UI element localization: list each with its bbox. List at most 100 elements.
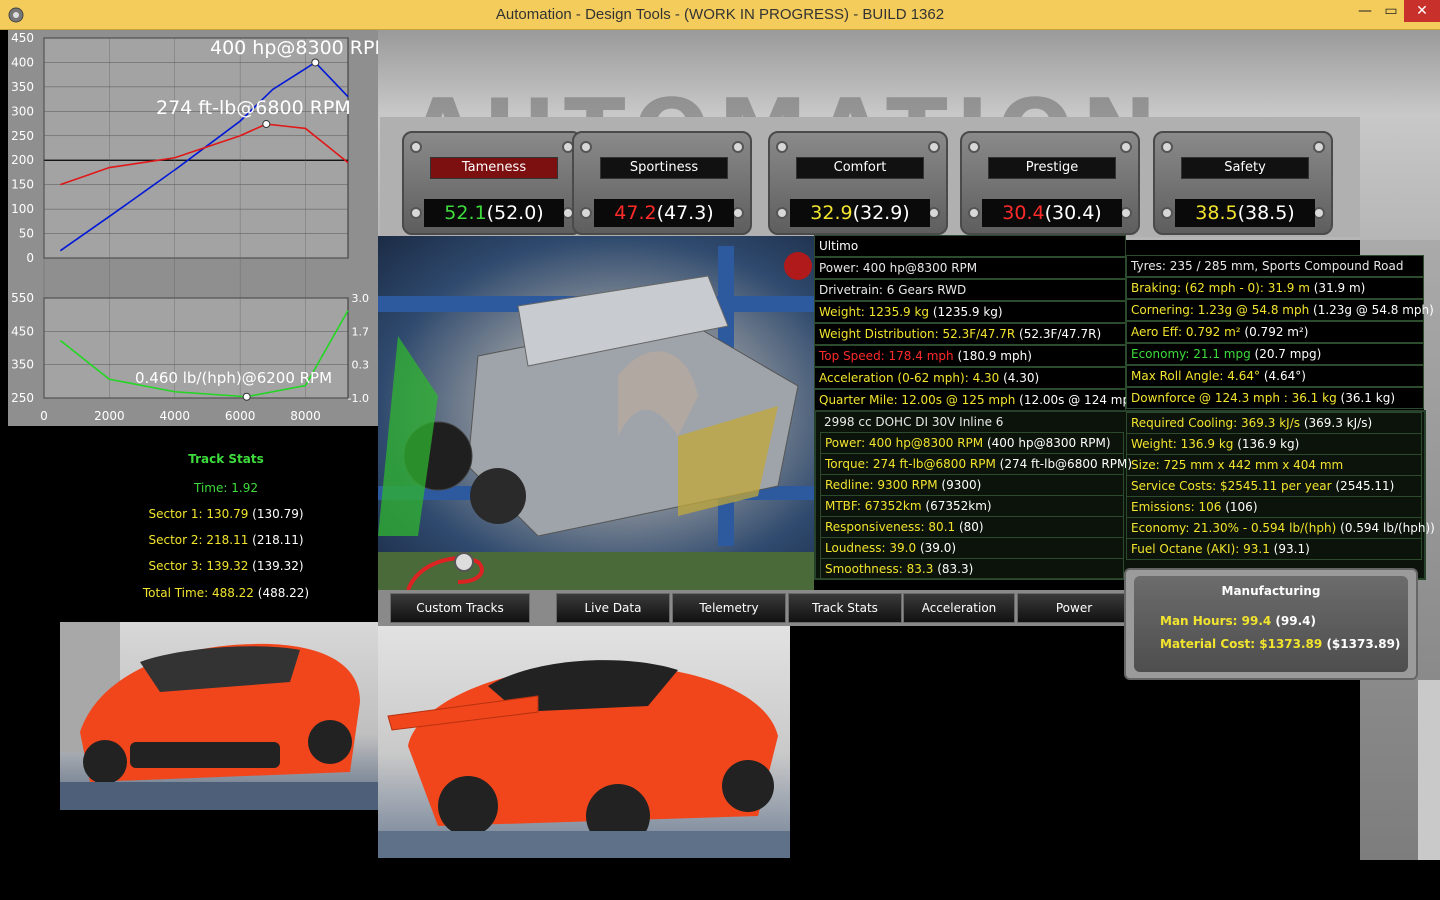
gauge-value: 32.9(32.9) xyxy=(790,199,930,227)
track-stats-title: Track Stats xyxy=(188,452,264,466)
engine-graph: 450 400 350 300 250 200 150 100 50 0 550 450 350 250 3… xyxy=(8,30,378,426)
car-front-render xyxy=(60,622,378,810)
minimize-button[interactable]: — xyxy=(1352,0,1378,22)
engine-emissions: Emissions: 106 (106) xyxy=(1126,496,1422,518)
car-front-view[interactable] xyxy=(60,622,378,810)
economy-min-marker xyxy=(242,392,251,401)
y-tick-label: 300 xyxy=(11,104,34,118)
y-tick-label: 400 xyxy=(11,55,34,69)
car-power: Power: 400 hp@8300 RPM xyxy=(814,257,1126,279)
screw-icon xyxy=(968,207,980,219)
screw-icon xyxy=(776,141,788,153)
car-stats-panel: Ultimo Power: 400 hp@8300 RPM Drivetrain… xyxy=(814,235,1142,411)
tab-telemetry[interactable]: Telemetry xyxy=(672,593,786,623)
x-tick-label: 2000 xyxy=(94,409,125,423)
torque-peak-marker xyxy=(262,120,271,129)
torque-peak-label: 274 ft-lb@6800 RPM xyxy=(156,97,351,119)
y-tick-label: 200 xyxy=(11,153,34,167)
screw-icon xyxy=(580,207,592,219)
gauge-value: 47.2(47.3) xyxy=(594,199,734,227)
manufacturing-plate: Manufacturing Man Hours: 99.4 (99.4) Mat… xyxy=(1134,576,1408,672)
track-sector-1: Sector 1: 130.79 (130.79) xyxy=(148,507,304,521)
gauge-label: Prestige xyxy=(988,157,1116,179)
gauge-label: Comfort xyxy=(796,157,924,179)
y-tick-label: 150 xyxy=(11,178,34,192)
engine-service-costs: Service Costs: $2545.11 per year (2545.1… xyxy=(1126,475,1422,497)
car-dynamics-panel: Tyres: 235 / 285 mm, Sports Compound Roa… xyxy=(1126,255,1434,410)
tab-acceleration[interactable]: Acceleration xyxy=(903,593,1015,623)
tab-track-stats[interactable]: Track Stats xyxy=(788,593,902,623)
window-title: Automation - Design Tools - (WORK IN PRO… xyxy=(495,6,945,23)
screw-icon xyxy=(732,141,744,153)
car-drivetrain: Drivetrain: 6 Gears RWD xyxy=(814,279,1126,301)
car-weight-distribution: Weight Distribution: 52.3F/47.7R (52.3F/… xyxy=(814,323,1126,345)
economy-label: 0.460 lb/(hph)@6200 RPM xyxy=(135,369,332,387)
y-tick-label: 350 xyxy=(11,80,34,94)
tab-custom-tracks[interactable]: Custom Tracks xyxy=(390,593,530,623)
close-button[interactable]: ✕ xyxy=(1404,0,1440,22)
power-peak-label: 400 hp@8300 RPM xyxy=(210,37,378,59)
engine-mtbf: MTBF: 67352km (67352km) xyxy=(820,495,1124,517)
engine-smoothness: Smoothness: 83.3 (83.3) xyxy=(820,558,1124,580)
tab-live-data[interactable]: Live Data xyxy=(556,593,670,623)
material-cost: Material Cost: $1373.89 ($1373.89) xyxy=(1160,637,1401,651)
engine-stats-left: 2998 cc DOHC DI 30V Inline 6 Power: 400 … xyxy=(820,412,1132,580)
engine-weight: Weight: 136.9 kg (136.9 kg) xyxy=(1126,433,1422,455)
screw-icon xyxy=(410,207,422,219)
gauge-sportiness: Sportiness 47.2(47.3) xyxy=(572,131,752,235)
y-tick-label: 100 xyxy=(11,202,34,216)
track-stats-panel: Track Stats Time: 1.92 Sector 1: 130.79 … xyxy=(0,426,378,616)
gauge-prestige: Prestige 30.4(30.4) xyxy=(960,131,1140,235)
engine-3d-view[interactable] xyxy=(378,236,814,552)
y-tick-label: 350 xyxy=(11,358,34,372)
manufacturing-title: Manufacturing xyxy=(1221,584,1321,598)
maximize-button[interactable]: ▭ xyxy=(1378,0,1404,22)
gauge-label: Sportiness xyxy=(600,157,728,179)
car-name: Ultimo xyxy=(814,235,1126,257)
screw-icon xyxy=(1161,141,1173,153)
engine-stats-right: Required Cooling: 369.3 kJ/s (369.3 kJ/s… xyxy=(1126,412,1435,578)
gauge-value: 52.1(52.0) xyxy=(424,199,564,227)
title-bar: Automation - Design Tools - (WORK IN PRO… xyxy=(0,0,1440,30)
car-rear-view[interactable] xyxy=(378,626,790,858)
screw-icon xyxy=(410,141,422,153)
car-tyres: Tyres: 235 / 285 mm, Sports Compound Roa… xyxy=(1126,255,1424,277)
screw-icon xyxy=(928,141,940,153)
screw-icon xyxy=(776,207,788,219)
screw-icon xyxy=(1161,207,1173,219)
car-quarter-mile: Quarter Mile: 12.00s @ 125 mph (12.00s @… xyxy=(814,389,1142,411)
car-weight: Weight: 1235.9 kg (1235.9 kg) xyxy=(814,301,1126,323)
gauge-tameness: Tameness 52.1(52.0) xyxy=(402,131,582,235)
y-tick-label: 450 xyxy=(11,31,34,45)
car-roll-angle: Max Roll Angle: 4.64° (4.64°) xyxy=(1126,365,1424,387)
x-tick-label: 0 xyxy=(40,409,48,423)
car-rear-render xyxy=(378,660,790,858)
y-tick-label: 550 xyxy=(11,291,34,305)
engine-loudness: Loudness: 39.0 (39.0) xyxy=(820,537,1124,559)
gauge-comfort: Comfort 32.9(32.9) xyxy=(768,131,948,235)
car-top-speed: Top Speed: 178.4 mph (180.9 mph) xyxy=(814,345,1126,367)
ratings-panel: Tameness 52.1(52.0) Sportiness 47.2(47.3) Co… xyxy=(380,117,1360,237)
engine-stats-panel: 2998 cc DOHC DI 30V Inline 6 Power: 400 … xyxy=(814,410,1435,580)
screw-icon xyxy=(968,141,980,153)
car-downforce: Downforce @ 124.3 mph : 36.1 kg (36.1 kg… xyxy=(1126,387,1424,409)
tab-power[interactable]: Power xyxy=(1017,593,1131,623)
engine-torque: Torque: 274 ft-lb@6800 RPM (274 ft-lb@68… xyxy=(820,453,1132,475)
y-tick-label: 250 xyxy=(11,391,34,405)
track-sector-3: Sector 3: 139.32 (139.32) xyxy=(148,559,304,573)
engine-cooling: Required Cooling: 369.3 kJ/s (369.3 kJ/s… xyxy=(1126,412,1422,434)
y-tick-label: 450 xyxy=(11,324,34,338)
screw-icon xyxy=(1313,141,1325,153)
y2-tick-label: 3.0 xyxy=(352,292,370,305)
y2-tick-label: 0.3 xyxy=(352,359,370,372)
x-tick-label: 8000 xyxy=(290,409,321,423)
power-peak-marker xyxy=(311,58,320,67)
track-sector-2: Sector 2: 218.11 (218.11) xyxy=(148,533,304,547)
garage-background-right-edge xyxy=(1418,680,1440,860)
car-braking: Braking: (62 mph - 0): 31.9 m (31.9 m) xyxy=(1126,277,1424,299)
screw-icon xyxy=(1120,141,1132,153)
manufacturing-panel: Manufacturing Man Hours: 99.4 (99.4) Mat… xyxy=(1124,568,1418,680)
gauge-label: Tameness xyxy=(430,157,558,179)
engine-redline: Redline: 9300 RPM (9300) xyxy=(820,474,1124,496)
gauge-safety: Safety 38.5(38.5) xyxy=(1153,131,1333,235)
